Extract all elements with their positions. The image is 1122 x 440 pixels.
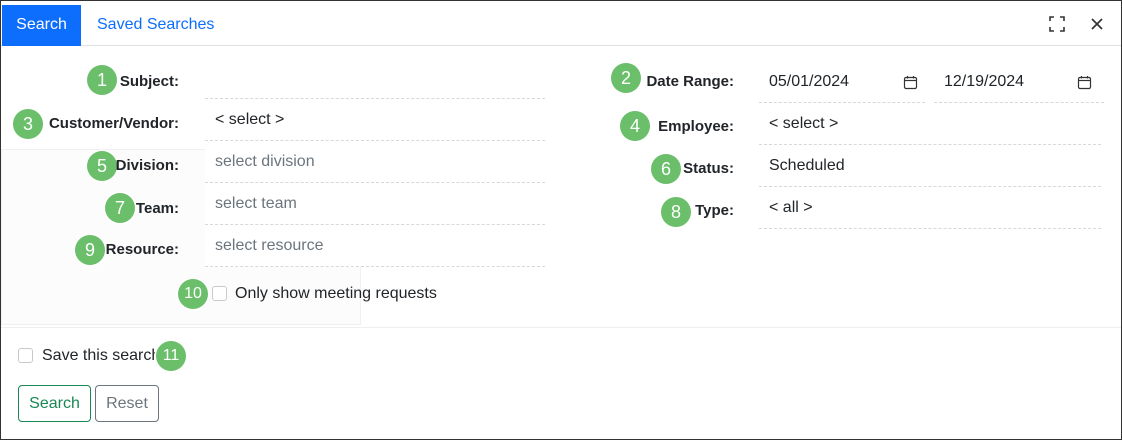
callout-badge-4: 4 <box>620 111 650 141</box>
customer-vendor-label: Customer/Vendor: <box>48 115 179 132</box>
division-label: Division: <box>115 157 179 174</box>
subject-field[interactable] <box>205 57 545 99</box>
status-select[interactable]: Scheduled <box>759 145 1101 187</box>
dialog-header: Search Saved Searches <box>1 1 1121 46</box>
expand-icon[interactable] <box>1048 15 1066 33</box>
employee-select[interactable]: < select > <box>759 103 1101 145</box>
subject-label: Subject: <box>119 73 179 90</box>
footer-divider <box>1 327 1121 328</box>
callout-badge-6: 6 <box>651 154 681 184</box>
team-select[interactable]: select team <box>205 183 545 225</box>
type-select[interactable]: < all > <box>759 187 1101 229</box>
date-range-label: Date Range: <box>646 73 734 90</box>
search-button[interactable]: Search <box>18 385 91 422</box>
callout-badge-10: 10 <box>178 279 208 309</box>
division-select[interactable]: select division <box>205 141 545 183</box>
reset-button[interactable]: Reset <box>95 385 159 422</box>
save-search-label: Save this search <box>42 347 161 364</box>
type-label: Type: <box>695 202 734 219</box>
resource-label: Resource: <box>105 241 179 258</box>
callout-badge-11: 11 <box>156 341 186 371</box>
meeting-requests-checkbox[interactable] <box>212 286 227 301</box>
team-label: Team: <box>135 200 179 217</box>
tab-search[interactable]: Search <box>2 5 81 46</box>
meeting-requests-label: Only show meeting requests <box>235 285 437 302</box>
calendar-icon[interactable] <box>903 75 918 90</box>
save-search-checkbox[interactable] <box>18 348 33 363</box>
search-dialog: Search Saved Searches 1 Subject: 3 Custo… <box>0 0 1122 440</box>
tab-saved-searches[interactable]: Saved Searches <box>81 5 230 45</box>
calendar-icon[interactable] <box>1077 75 1092 90</box>
resource-select[interactable]: select resource <box>205 225 545 267</box>
employee-label: Employee: <box>658 118 734 135</box>
status-label: Status: <box>683 160 734 177</box>
date-start-input[interactable]: 05/01/2024 <box>759 61 925 103</box>
close-icon[interactable] <box>1088 15 1106 33</box>
customer-vendor-select[interactable]: < select > <box>205 99 545 141</box>
callout-badge-2: 2 <box>611 63 641 93</box>
callout-badge-8: 8 <box>661 197 691 227</box>
